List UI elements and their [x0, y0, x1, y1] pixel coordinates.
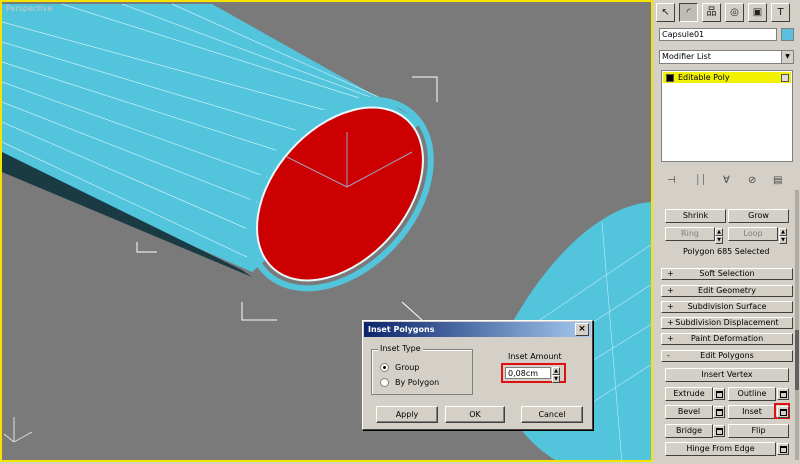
show-end-result-icon[interactable]: ⏐⏐	[695, 175, 706, 186]
loop-up-icon[interactable]: ▲	[779, 228, 787, 236]
radio-by-polygon[interactable]: By Polygon	[380, 378, 439, 387]
remove-modifier-icon[interactable]: ⊘	[748, 175, 756, 186]
hinge-settings-icon[interactable]	[777, 443, 789, 455]
viewport-label: Perspective	[6, 4, 53, 13]
utilities-tab-icon[interactable]: T	[771, 3, 790, 22]
rollout-label: Paint Deformation	[690, 334, 764, 343]
rollout-subdivision-displacement[interactable]: + Subdivision Displacement	[661, 317, 793, 329]
inset-amount-spinner[interactable]: ▲ ▼	[552, 367, 560, 383]
rollout-label: Soft Selection	[699, 269, 755, 278]
loop-down-icon[interactable]: ▼	[779, 236, 787, 244]
expand-plus-icon: +	[667, 318, 674, 327]
object-color-swatch[interactable]	[781, 28, 794, 41]
collapse-minus-icon: -	[667, 351, 670, 360]
radio-group-label: Group	[395, 363, 420, 372]
rollout-soft-selection[interactable]: + Soft Selection	[661, 268, 793, 280]
dialog-title: Inset Polygons	[368, 325, 435, 334]
selection-status: Polygon 685 Selected	[683, 247, 770, 256]
configure-modifier-sets-icon[interactable]: ▤	[773, 175, 782, 186]
stack-item-editable-poly[interactable]: Editable Poly	[663, 72, 791, 83]
loop-button[interactable]: Loop	[728, 227, 778, 241]
panel-scrollbar[interactable]	[795, 190, 799, 460]
ring-button[interactable]: Ring	[665, 227, 715, 241]
rollout-label: Subdivision Displacement	[675, 318, 779, 327]
ring-down-icon[interactable]: ▼	[715, 236, 723, 244]
rollout-label: Subdivision Surface	[687, 302, 767, 311]
stack-item-toggle-icon[interactable]	[781, 73, 789, 82]
inset-polygons-dialog: Inset Polygons × Inset Type Group By Pol…	[362, 320, 593, 430]
pin-stack-icon[interactable]: ⊣	[667, 175, 676, 186]
bevel-button[interactable]: Bevel	[665, 405, 713, 419]
motion-tab-icon[interactable]: ◎	[725, 3, 744, 22]
outline-button[interactable]: Outline	[728, 387, 776, 401]
close-icon[interactable]: ×	[575, 323, 589, 336]
modifier-list-label: Modifier List	[662, 52, 711, 61]
modifier-stack: Editable Poly	[661, 70, 793, 162]
expand-plus-icon: +	[667, 269, 674, 278]
hinge-from-edge-button[interactable]: Hinge From Edge	[665, 442, 776, 456]
extrude-button[interactable]: Extrude	[665, 387, 713, 401]
spinner-up-icon[interactable]: ▲	[552, 367, 560, 375]
grow-button[interactable]: Grow	[728, 209, 789, 223]
extrude-settings-icon[interactable]	[713, 388, 725, 400]
create-tab-icon[interactable]: ↖	[656, 3, 675, 22]
bridge-settings-icon[interactable]	[713, 425, 725, 437]
modifier-list-dropdown[interactable]: Modifier List ▼	[659, 50, 794, 64]
inset-settings-icon[interactable]	[777, 406, 789, 418]
make-unique-icon[interactable]: ∀	[723, 175, 730, 186]
hierarchy-tab-icon[interactable]: 品	[702, 3, 721, 22]
rollout-edit-polygons[interactable]: - Edit Polygons	[661, 350, 793, 362]
ok-button[interactable]: OK	[445, 406, 505, 423]
modify-tab-icon[interactable]: ◜	[679, 3, 698, 22]
dialog-titlebar[interactable]: Inset Polygons ×	[364, 322, 591, 337]
radio-by-polygon-label: By Polygon	[395, 378, 440, 387]
rollout-paint-deformation[interactable]: + Paint Deformation	[661, 333, 793, 345]
chevron-down-icon[interactable]: ▼	[781, 51, 793, 63]
spinner-down-icon[interactable]: ▼	[552, 375, 560, 383]
expand-plus-icon: +	[667, 302, 674, 311]
inset-amount-field[interactable]: 0,08cm	[505, 367, 551, 379]
rollout-label: Edit Geometry	[698, 286, 756, 295]
expand-icon[interactable]	[666, 73, 674, 82]
ring-spinner[interactable]: ▲ ▼	[715, 228, 723, 244]
inset-amount-label: Inset Amount	[508, 352, 562, 361]
command-panel: ↖ ◜ 品 ◎ ▣ T Capsule01 Modifier List ▼ Ed…	[653, 0, 800, 464]
display-tab-icon[interactable]: ▣	[748, 3, 767, 22]
inset-type-group: Inset Type Group By Polygon	[371, 344, 473, 395]
object-name-field[interactable]: Capsule01	[659, 28, 777, 41]
radio-selected-icon	[380, 363, 389, 372]
rollout-subdivision-surface[interactable]: + Subdivision Surface	[661, 301, 793, 313]
bridge-button[interactable]: Bridge	[665, 424, 713, 438]
panel-scroll-thumb[interactable]	[795, 330, 799, 390]
bevel-settings-icon[interactable]	[713, 406, 725, 418]
radio-unselected-icon	[380, 378, 389, 387]
outline-settings-icon[interactable]	[777, 388, 789, 400]
inset-button[interactable]: Inset	[728, 405, 776, 419]
shrink-button[interactable]: Shrink	[665, 209, 726, 223]
apply-button[interactable]: Apply	[376, 406, 438, 423]
insert-vertex-button[interactable]: Insert Vertex	[665, 368, 789, 382]
loop-spinner[interactable]: ▲ ▼	[779, 228, 787, 244]
cancel-button[interactable]: Cancel	[521, 406, 583, 423]
expand-plus-icon: +	[667, 334, 674, 343]
axis-tripod-icon	[3, 417, 33, 443]
expand-plus-icon: +	[667, 286, 674, 295]
rollout-edit-geometry[interactable]: + Edit Geometry	[661, 285, 793, 297]
flip-button[interactable]: Flip	[728, 424, 789, 438]
ring-up-icon[interactable]: ▲	[715, 228, 723, 236]
rollout-label: Edit Polygons	[700, 351, 754, 360]
inset-type-legend: Inset Type	[378, 344, 423, 353]
stack-item-label: Editable Poly	[678, 73, 730, 82]
radio-group[interactable]: Group	[380, 363, 419, 372]
